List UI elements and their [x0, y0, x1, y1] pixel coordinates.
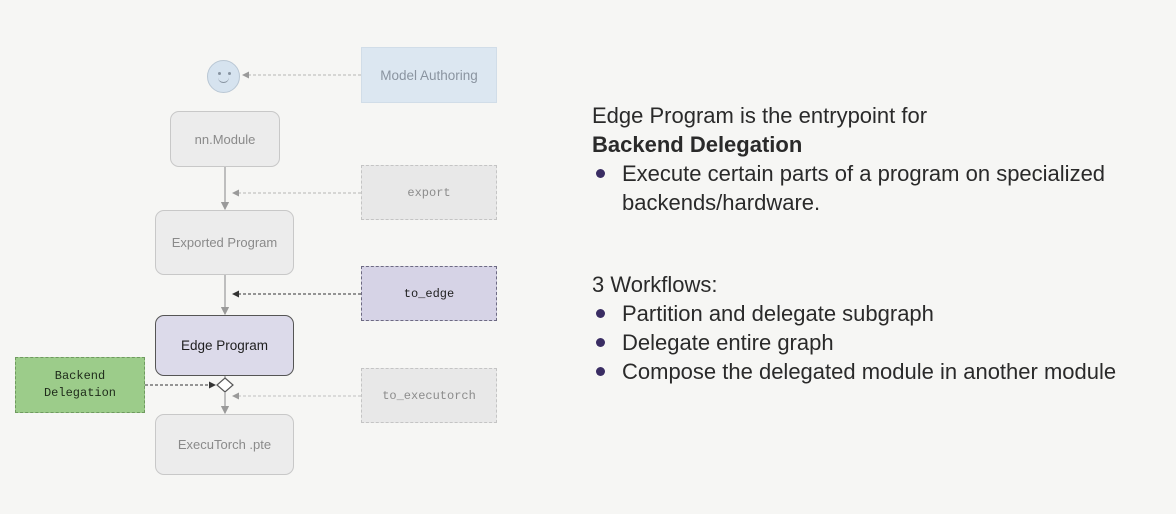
list-item: Partition and delegate subgraph [592, 299, 1152, 328]
list-item: Delegate entire graph [592, 328, 1152, 357]
slide: Model Authoring nn.Module export Exporte… [0, 0, 1176, 514]
explanation-panel: Edge Program is the entrypoint for Backe… [592, 101, 1152, 386]
bullet-icon [596, 309, 605, 318]
bullet-text: Execute certain parts of a program on sp… [622, 161, 1106, 215]
bullet-list-1: Execute certain parts of a program on sp… [592, 159, 1152, 217]
to-edge-step: to_edge [361, 266, 497, 321]
user-smiley-icon [207, 60, 240, 93]
bullet-text: Compose the delegated module in another … [622, 359, 1117, 384]
model-authoring-box: Model Authoring [361, 47, 497, 103]
backend-delegation-box: Backend Delegation [15, 357, 145, 413]
bullet-icon [596, 367, 605, 376]
bullet-list-2: Partition and delegate subgraph Delegate… [592, 299, 1152, 386]
exported-program-node: Exported Program [155, 210, 294, 275]
list-item: Execute certain parts of a program on sp… [592, 159, 1152, 217]
bullet-icon [596, 338, 605, 347]
executorch-pte-node: ExecuTorch .pte [155, 414, 294, 475]
intro-text: Edge Program is the entrypoint for Backe… [592, 101, 1152, 159]
decision-diamond [216, 377, 234, 393]
list-item: Compose the delegated module in another … [592, 357, 1152, 386]
workflows-heading: 3 Workflows: [592, 272, 718, 297]
to-executorch-step: to_executorch [361, 368, 497, 423]
backend-delegation-line-2: Delegation [43, 386, 116, 400]
export-step: export [361, 165, 497, 220]
intro-bold: Backend Delegation [592, 132, 803, 157]
edge-program-node: Edge Program [155, 315, 294, 376]
bullet-text: Delegate entire graph [622, 330, 834, 355]
bullet-icon [596, 169, 605, 178]
backend-delegation-line-1: Backend [54, 369, 106, 383]
intro-line: Edge Program is the entrypoint for [592, 103, 928, 128]
bullet-text: Partition and delegate subgraph [622, 301, 934, 326]
nn-module-node: nn.Module [170, 111, 280, 167]
